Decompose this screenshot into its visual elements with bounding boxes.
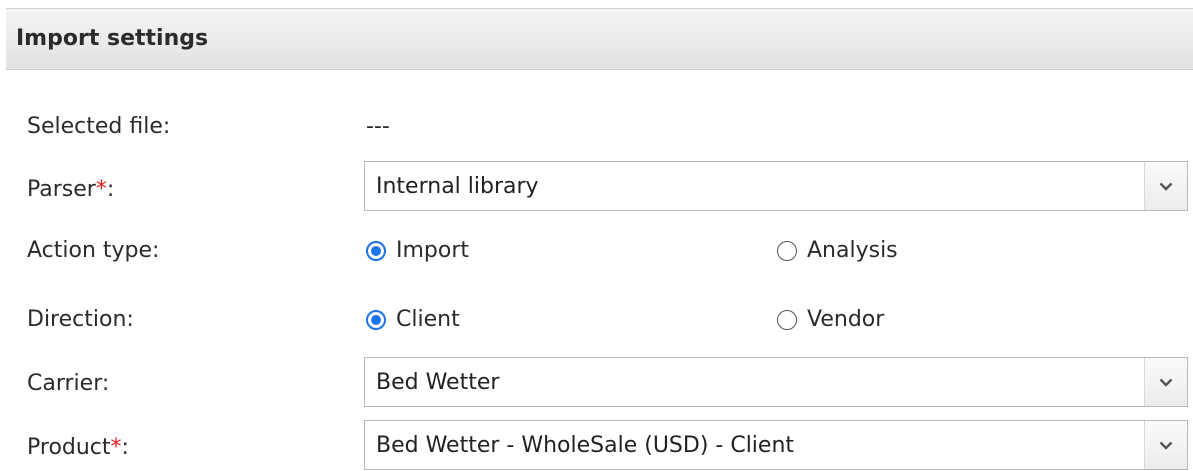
- parser-label-text: Parser: [27, 177, 96, 202]
- radio-unchecked-icon: [777, 309, 797, 330]
- radio-checked-icon: [366, 240, 386, 261]
- product-required-mark: *: [110, 435, 122, 460]
- carrier-select-value: Bed Wetter: [376, 370, 500, 395]
- carrier-dropdown-button[interactable]: [1144, 358, 1187, 406]
- product-label-suffix: :: [121, 435, 129, 460]
- radio-unchecked-icon: [777, 240, 797, 261]
- selected-file-value: ---: [366, 114, 390, 139]
- parser-label-suffix: :: [106, 177, 115, 202]
- carrier-select[interactable]: Bed Wetter: [364, 357, 1188, 407]
- panel-header: Import settings: [6, 8, 1193, 70]
- selected-file-label: Selected file:: [27, 114, 171, 139]
- direction-vendor-label: Vendor: [807, 307, 885, 332]
- parser-select-value: Internal library: [376, 174, 539, 199]
- direction-client-radio[interactable]: Client: [366, 307, 460, 332]
- parser-select[interactable]: Internal library: [364, 161, 1188, 211]
- chevron-down-icon: [1159, 182, 1173, 191]
- action-type-analysis-label: Analysis: [807, 238, 898, 263]
- action-type-import-label: Import: [396, 238, 470, 263]
- direction-label: Direction:: [27, 307, 134, 332]
- chevron-down-icon: [1159, 378, 1173, 387]
- parser-dropdown-button[interactable]: [1144, 162, 1187, 210]
- chevron-down-icon: [1159, 441, 1173, 450]
- direction-vendor-radio[interactable]: Vendor: [777, 307, 884, 332]
- product-dropdown-button[interactable]: [1144, 421, 1187, 469]
- direction-client-label: Client: [396, 307, 460, 332]
- action-type-label: Action type:: [27, 238, 160, 263]
- parser-required-mark: *: [95, 177, 107, 202]
- action-type-import-radio[interactable]: Import: [366, 238, 469, 263]
- parser-label: Parser*:: [27, 177, 114, 202]
- product-select-value: Bed Wetter - WholeSale (USD) - Client: [376, 433, 795, 458]
- product-label: Product*:: [27, 435, 129, 460]
- radio-checked-icon: [366, 309, 386, 330]
- carrier-label: Carrier:: [27, 371, 110, 396]
- product-label-text: Product: [27, 435, 111, 460]
- action-type-analysis-radio[interactable]: Analysis: [777, 238, 898, 263]
- panel-title: Import settings: [16, 26, 209, 51]
- product-select[interactable]: Bed Wetter - WholeSale (USD) - Client: [364, 420, 1188, 470]
